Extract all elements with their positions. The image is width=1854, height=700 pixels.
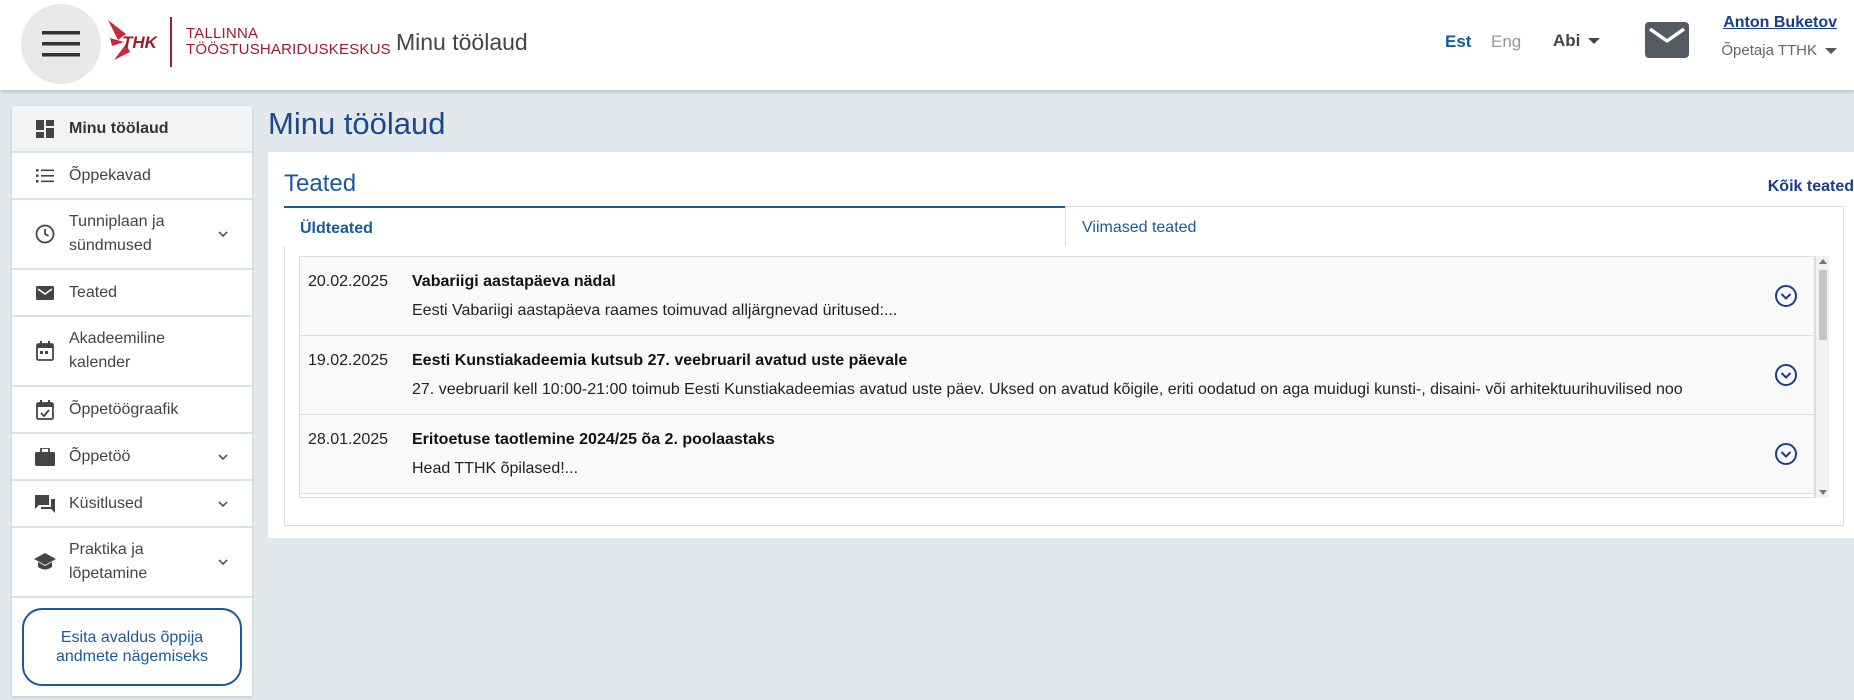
clock-icon [34, 223, 56, 245]
expand-circle-icon[interactable] [1774, 442, 1798, 466]
notice-date: 28.01.2025 [308, 431, 389, 448]
hamburger-menu-button[interactable] [21, 4, 101, 84]
notice-title: Eritoetuse taotlemine 2024/25 õa 2. pool… [412, 431, 775, 448]
list-icon [34, 165, 56, 187]
calendar-check-icon [34, 399, 56, 421]
sidebar-item-label: Õppetöö [69, 447, 131, 465]
dashboard-icon [34, 118, 56, 140]
list-item[interactable]: 19.02.2025 Eesti Kunstiakadeemia kutsub … [300, 336, 1814, 415]
sidebar-item-timetable[interactable]: Tunniplaan ja sündmused [12, 200, 252, 270]
messages-button[interactable] [1645, 22, 1689, 63]
sidebar-item-label: Praktika ja lõpetamine [69, 541, 148, 582]
mail-icon [34, 282, 56, 304]
page-title: Minu töölaud [268, 106, 446, 141]
scroll-down-icon[interactable] [1819, 490, 1827, 495]
chevron-down-icon [218, 231, 228, 238]
tthk-star-logo-icon: THK [108, 20, 159, 60]
scroll-up-icon[interactable] [1819, 259, 1827, 264]
all-notices-link[interactable]: Kõik teated [1768, 178, 1854, 196]
notice-title: Vabariigi aastapäeva nädal [412, 273, 616, 290]
header-page-title: Minu töölaud [396, 29, 528, 55]
notices-tabs: Üldteated Viimased teated [284, 206, 1844, 247]
help-label: Abi [1553, 31, 1581, 50]
notices-card-title: Teated [284, 170, 357, 197]
logo-divider [170, 17, 172, 67]
sidebar-item-messages[interactable]: Teated [12, 270, 252, 317]
notice-date: 19.02.2025 [308, 352, 389, 369]
user-name-link[interactable]: Anton Buketov [1723, 14, 1837, 32]
sidebar-item-academic-calendar[interactable]: Akadeemiline kalender [12, 317, 252, 387]
sidebar: Minu töölaud Õppekavad Tunniplaan ja sün… [12, 106, 252, 696]
sidebar-item-schedule[interactable]: Õppetöögraafik [12, 387, 252, 434]
sidebar-item-label: Minu töölaud [69, 119, 169, 137]
help-menu[interactable]: Abi [1553, 31, 1601, 51]
caret-down-icon [1825, 47, 1837, 54]
language-est[interactable]: Est [1445, 32, 1471, 52]
notice-snippet: Eesti Vabariigi aastapäeva raames toimuv… [412, 302, 898, 319]
sidebar-item-surveys[interactable]: Küsitlused [12, 481, 252, 528]
notice-snippet: 27. veebruaril kell 10:00-21:00 toimub E… [412, 381, 1682, 398]
notices-card: Teated Kõik teated Üldteated Viimased te… [268, 152, 1854, 538]
notice-date: 20.02.2025 [308, 273, 389, 290]
tab-general-notices[interactable]: Üldteated [284, 206, 1065, 247]
tthk-logo[interactable]: THK TALLINNA TÖÖSTUSHARIDUSKESKUS [104, 16, 391, 68]
hamburger-icon [42, 31, 80, 57]
logo-line1: TALLINNA [186, 25, 259, 42]
logo-line2: TÖÖSTUSHARIDUSKESKUS [186, 41, 391, 58]
sidebar-item-label: Õppekavad [69, 166, 151, 184]
sidebar-item-label: Teated [69, 283, 118, 301]
language-eng[interactable]: Eng [1491, 32, 1521, 52]
sidebar-item-dashboard[interactable]: Minu töölaud [12, 106, 252, 153]
forum-icon [34, 493, 56, 515]
user-role-select[interactable]: Õpetaja TTHK [1721, 42, 1837, 59]
notices-scrollbar[interactable] [1815, 256, 1829, 498]
envelope-icon [1645, 22, 1689, 58]
expand-circle-icon[interactable] [1774, 363, 1798, 387]
tab-latest-notices[interactable]: Viimased teated [1065, 206, 1844, 246]
caret-down-icon [1588, 38, 1601, 44]
sidebar-item-label: Õppetöögraafik [69, 400, 179, 418]
logo-wordmark: TALLINNA TÖÖSTUSHARIDUSKESKUS [186, 26, 391, 58]
graduation-cap-icon [34, 551, 56, 573]
notices-list: 20.02.2025 Vabariigi aastapäeva nädal Ee… [299, 256, 1815, 498]
chevron-down-icon [218, 453, 228, 460]
chevron-down-icon [218, 559, 228, 566]
sidebar-item-internship[interactable]: Praktika ja lõpetamine [12, 528, 252, 598]
notice-title: Eesti Kunstiakadeemia kutsub 27. veebrua… [412, 352, 908, 369]
top-header: THK TALLINNA TÖÖSTUSHARIDUSKESKUS Minu t… [0, 0, 1854, 90]
expand-circle-icon[interactable] [1774, 284, 1798, 308]
apply-student-data-button[interactable]: Esita avaldus õppija andmete nägemiseks [22, 608, 242, 686]
sidebar-item-label: Tunniplaan ja sündmused [69, 213, 165, 254]
notice-snippet: Head TTHK õpilased!... [412, 460, 579, 477]
user-role-label: Õpetaja TTHK [1721, 42, 1817, 59]
sidebar-item-curricula[interactable]: Õppekavad [12, 153, 252, 200]
scrollbar-thumb[interactable] [1819, 270, 1827, 340]
list-item[interactable]: 28.01.2025 Eritoetuse taotlemine 2024/25… [300, 415, 1814, 494]
sidebar-item-label: Akadeemiline kalender [69, 330, 166, 371]
sidebar-item-studies[interactable]: Õppetöö [12, 434, 252, 481]
tab-panel: 20.02.2025 Vabariigi aastapäeva nädal Ee… [284, 246, 1844, 526]
calendar-icon [34, 340, 56, 362]
sidebar-item-label: Küsitlused [69, 494, 143, 512]
briefcase-icon [34, 446, 56, 468]
chevron-down-icon [218, 500, 228, 507]
svg-text:THK: THK [122, 33, 159, 52]
list-item[interactable]: 20.02.2025 Vabariigi aastapäeva nädal Ee… [300, 257, 1814, 336]
